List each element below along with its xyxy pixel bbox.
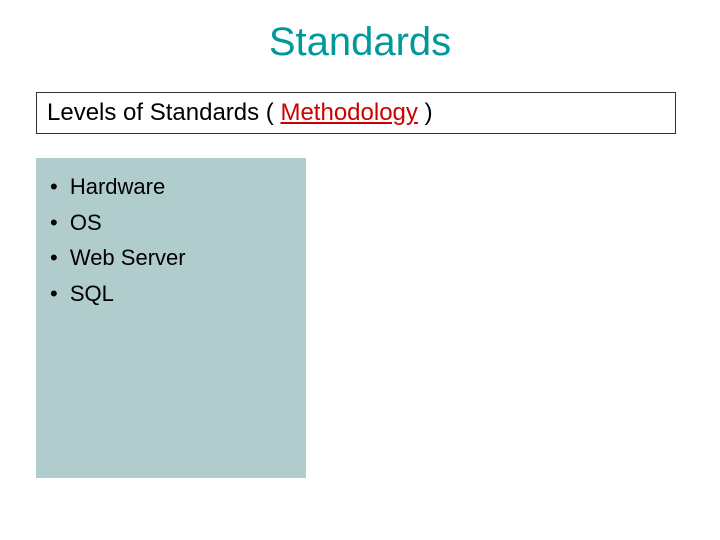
- slide-title: Standards: [0, 20, 720, 65]
- list-item: SQL: [50, 279, 292, 309]
- list-item: OS: [50, 208, 292, 238]
- bullet-list: Hardware OS Web Server SQL: [50, 172, 292, 309]
- list-item: Web Server: [50, 243, 292, 273]
- subtitle-suffix: ): [418, 99, 433, 126]
- list-item: Hardware: [50, 172, 292, 202]
- content-box: Hardware OS Web Server SQL: [36, 158, 306, 478]
- slide: Standards Levels of Standards ( Methodol…: [0, 0, 720, 540]
- subtitle-emphasis: Methodology: [280, 99, 417, 126]
- subtitle-box: Levels of Standards ( Methodology ): [36, 92, 676, 134]
- subtitle-prefix: Levels of Standards (: [47, 99, 280, 126]
